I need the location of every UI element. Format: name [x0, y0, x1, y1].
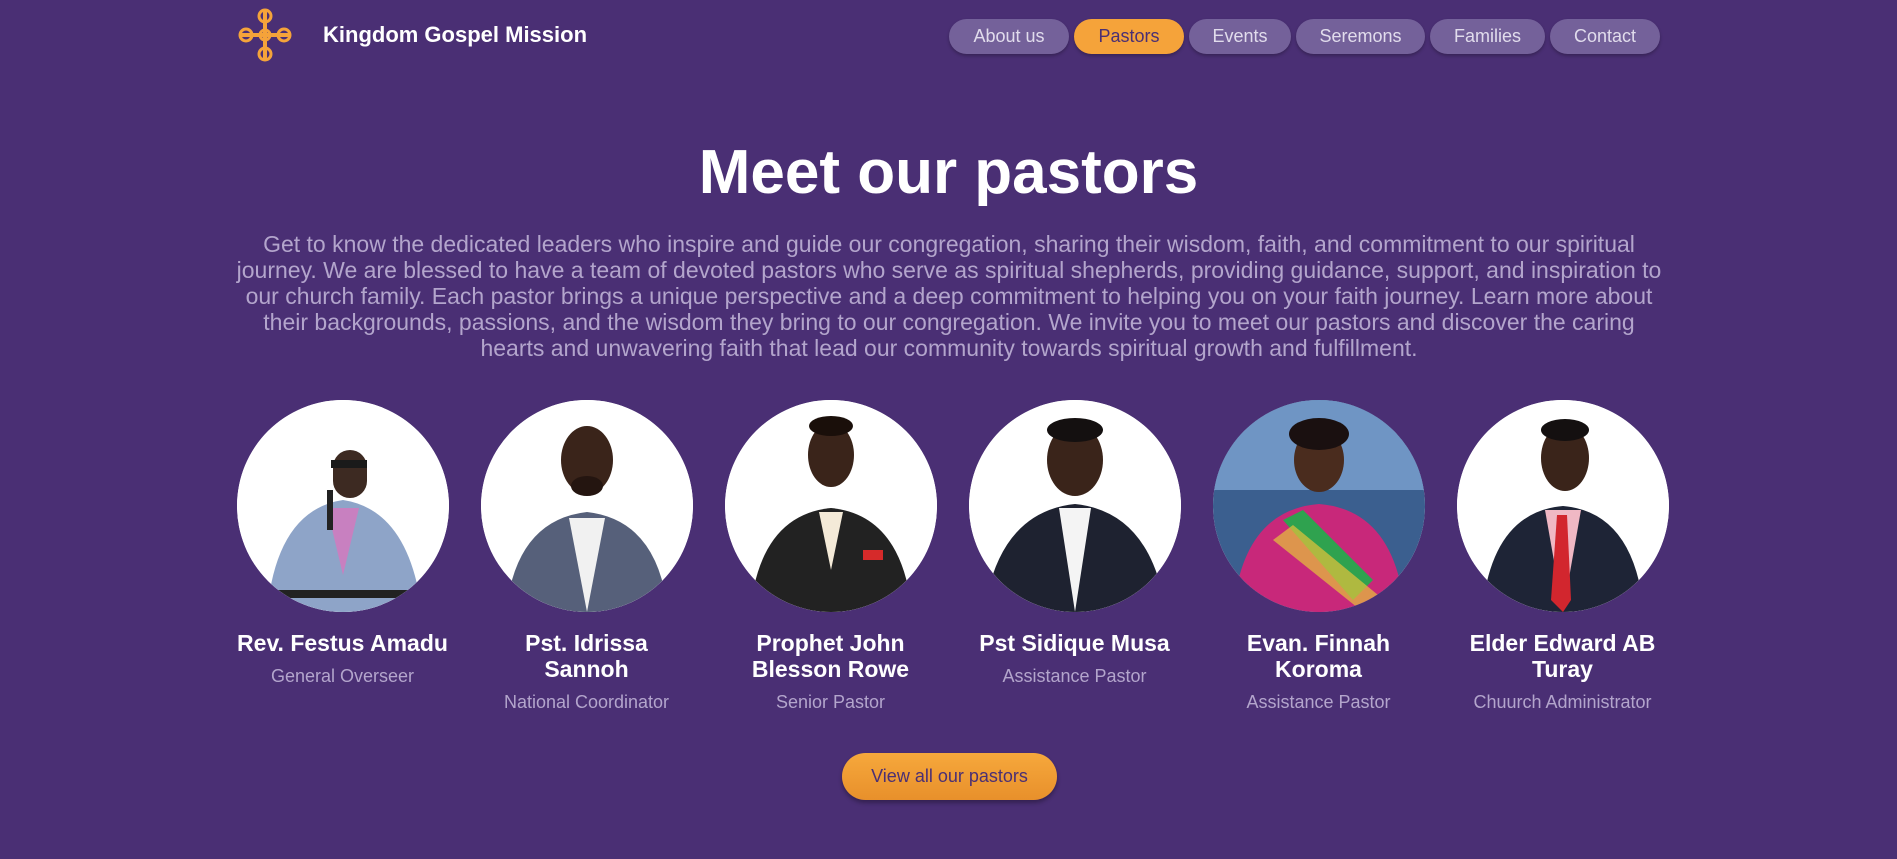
pastor-card[interactable]: Pst. Idrissa Sannoh National Coordinator [480, 400, 693, 713]
pastor-photo[interactable] [1456, 400, 1669, 612]
pastor-role: Chuurch Administrator [1473, 692, 1652, 712]
site-header: Kingdom Gospel Mission About us Pastors … [0, 0, 1897, 70]
site-brand-name[interactable]: Kingdom Gospel Mission [323, 22, 587, 48]
pastor-card[interactable]: Prophet John Blesson Rowe Senior Pastor [724, 400, 937, 713]
nav-contact[interactable]: Contact [1550, 19, 1660, 54]
nav-about-us[interactable]: About us [949, 19, 1069, 54]
pastor-photo[interactable] [480, 400, 693, 612]
pastor-card[interactable]: Elder Edward AB Turay Chuurch Administra… [1456, 400, 1669, 713]
main-nav: About us Pastors Events Seremons Familie… [949, 19, 1660, 54]
pastor-role: General Overseer [270, 666, 415, 686]
pastor-photo[interactable] [1212, 400, 1425, 612]
church-cross-logo-icon[interactable] [236, 6, 294, 64]
pastor-photo[interactable] [236, 400, 449, 612]
view-all-pastors-button[interactable]: View all our pastors [842, 753, 1057, 800]
pastor-role: Assistance Pastor [1002, 666, 1147, 686]
page-title: Meet our pastors [698, 138, 1199, 207]
pastor-name: Pst Sidique Musa [979, 630, 1170, 656]
nav-families[interactable]: Families [1430, 19, 1545, 54]
nav-pastors[interactable]: Pastors [1074, 19, 1184, 54]
pastor-card[interactable]: Rev. Festus Amadu General Overseer [236, 400, 449, 713]
intro-paragraph: Get to know the dedicated leaders who in… [236, 231, 1662, 361]
pastor-photo[interactable] [724, 400, 937, 612]
pastor-name: Rev. Festus Amadu [237, 630, 448, 656]
pastor-role: Assistance Pastor [1246, 692, 1391, 712]
pastor-name: Prophet John Blesson Rowe [751, 630, 910, 682]
pastor-name: Pst. Idrissa Sannoh [525, 630, 648, 682]
pastor-role: Senior Pastor [775, 692, 886, 712]
nav-seremons[interactable]: Seremons [1296, 19, 1425, 54]
pastor-role: National Coordinator [503, 692, 670, 712]
pastor-name: Elder Edward AB Turay [1469, 630, 1656, 682]
pastors-list: Rev. Festus Amadu General Overseer Pst. … [236, 400, 1669, 713]
pastor-card[interactable]: Evan. Finnah Koroma Assistance Pastor [1212, 400, 1425, 713]
pastor-name: Evan. Finnah Koroma [1246, 630, 1391, 682]
pastor-card[interactable]: Pst Sidique Musa Assistance Pastor [968, 400, 1181, 713]
nav-events[interactable]: Events [1189, 19, 1291, 54]
pastor-photo[interactable] [968, 400, 1181, 612]
